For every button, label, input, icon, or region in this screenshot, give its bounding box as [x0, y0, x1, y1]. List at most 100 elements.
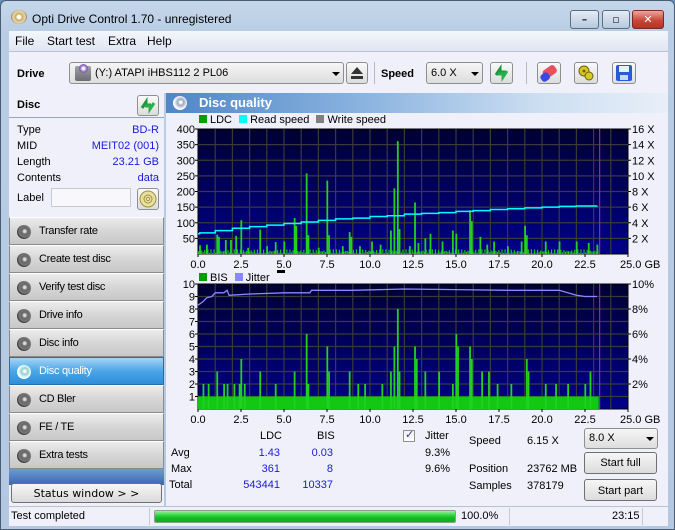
status-window-button[interactable]: Status window > >	[11, 483, 162, 503]
start-part-button[interactable]: Start part	[584, 479, 657, 501]
ldc-bar	[525, 235, 528, 254]
minimize-icon: –	[581, 13, 588, 26]
nav-disc-info[interactable]: Disc info	[9, 329, 164, 357]
status-bar: Test completed 100.0% 23:15	[9, 506, 668, 526]
speed-value: 6.15 X	[527, 435, 559, 447]
bis-bar	[223, 384, 225, 409]
ldc-bar	[499, 252, 502, 254]
ldc-bar	[298, 251, 300, 254]
ldc-bar	[434, 249, 437, 254]
ldc-bar	[529, 253, 531, 254]
ldc-bar	[592, 251, 594, 254]
jitter-checkbox[interactable]	[403, 428, 415, 442]
ldc-bar	[201, 250, 203, 254]
nav-cd-bler[interactable]: CD Bler	[9, 385, 164, 413]
y2-tick-label: 4%	[632, 354, 648, 366]
ldc-bar	[331, 252, 333, 254]
stats-header-ldc: LDC	[260, 430, 283, 442]
y-tick-label: 2	[189, 379, 195, 391]
menu-help[interactable]: Help	[147, 34, 172, 48]
nav-extra-tests[interactable]: Extra tests	[9, 441, 164, 469]
speed-value: 6.0 X	[431, 67, 457, 79]
ldc-bar	[563, 250, 565, 254]
stats-max-label: Max	[171, 463, 192, 475]
bis-bar	[527, 371, 530, 409]
ldc-bar	[235, 235, 238, 254]
settings-button[interactable]	[574, 62, 598, 84]
x-tick-label: 12.5	[402, 414, 423, 424]
ldc-bar	[541, 251, 543, 254]
nav-create-test-disc[interactable]: Create test disc	[9, 245, 164, 273]
y-tick-label: 300	[177, 155, 195, 167]
y-tick-label: 1	[189, 392, 195, 404]
jitter-label: Jitter	[425, 430, 449, 442]
disc-type-key: Type	[17, 124, 41, 136]
ldc-bar	[544, 241, 547, 254]
menu-file[interactable]: File	[15, 34, 34, 48]
refresh-button[interactable]	[490, 62, 513, 84]
speed-label: Speed	[381, 68, 415, 80]
title-bar[interactable]: Opti Drive Control 1.70 - unregistered –…	[1, 1, 674, 31]
stats-total-label: Total	[169, 479, 193, 491]
ldc-bar	[274, 242, 277, 254]
ldc-bar	[314, 252, 316, 254]
ldc-bar	[465, 251, 468, 254]
nav-disc-quality[interactable]: Disc quality	[9, 357, 164, 385]
bis-bar	[451, 384, 454, 409]
settings-icon	[578, 65, 594, 81]
ldc-bar	[533, 249, 536, 254]
minimize-button[interactable]: –	[570, 10, 599, 29]
ldc-bar	[524, 225, 526, 254]
ldc-bar	[414, 202, 416, 254]
status-separator	[509, 508, 510, 525]
ldc-bar	[450, 252, 452, 254]
y-tick-label: 4	[189, 354, 195, 366]
x-tick-label: 12.5	[402, 259, 423, 271]
start-full-button[interactable]: Start full	[584, 452, 657, 474]
y-tick-label: 250	[177, 171, 195, 183]
y2-tick-label: 14 X	[632, 140, 655, 152]
ldc-bar	[416, 251, 418, 254]
save-button[interactable]	[612, 62, 636, 84]
ldc-bar	[486, 244, 489, 254]
ldc-bar	[213, 249, 215, 254]
eject-icon	[351, 67, 363, 79]
ldc-bar	[532, 253, 534, 254]
nav-drive-info[interactable]: Drive info	[9, 301, 164, 329]
menu-extra[interactable]: Extra	[108, 34, 136, 48]
erase-icon	[540, 65, 557, 82]
ldc-bar	[369, 251, 372, 254]
y2-tick-label: 6 X	[632, 202, 649, 214]
legend-marker	[276, 270, 285, 273]
disc-refresh-button[interactable]	[137, 95, 159, 116]
drive-select[interactable]: (Y:) ATAPI iHBS112 2 PL06	[69, 62, 344, 84]
ldc-bar	[571, 250, 573, 254]
speed-select[interactable]: 6.0 X	[426, 62, 483, 84]
stats-total-ldc: 543441	[243, 479, 280, 491]
ldc-bar	[566, 250, 568, 254]
panel-title: Disc quality	[199, 95, 272, 110]
menu-start-test[interactable]: Start test	[47, 34, 95, 48]
x-tick-label: 22.5	[574, 259, 595, 271]
disc-label-button[interactable]	[137, 188, 159, 210]
x-tick-label: 10.0	[359, 259, 380, 271]
disc-label-input[interactable]	[51, 188, 131, 207]
maximize-button[interactable]: ▫	[602, 10, 630, 29]
ldc-bar	[202, 252, 204, 254]
ldc-bar	[264, 252, 266, 254]
ldc-bar	[492, 251, 494, 254]
test-speed-select[interactable]: 8.0 X	[584, 428, 658, 449]
ldc-bar	[278, 252, 280, 254]
nav-verify-test-disc[interactable]: Verify test disc	[9, 273, 164, 301]
nav-transfer-rate[interactable]: Transfer rate	[9, 217, 164, 245]
progress-text: 100.0%	[461, 510, 499, 522]
ldc-bar	[281, 252, 283, 254]
bis-bar	[415, 359, 418, 409]
erase-button[interactable]	[537, 62, 561, 84]
eject-button[interactable]	[346, 62, 368, 84]
ldc-bar	[594, 250, 596, 254]
ldc-bar	[448, 250, 450, 254]
ldc-bar	[359, 246, 361, 254]
nav-fe-te[interactable]: FE / TE	[9, 413, 164, 441]
close-button[interactable]: ✕	[632, 10, 664, 29]
